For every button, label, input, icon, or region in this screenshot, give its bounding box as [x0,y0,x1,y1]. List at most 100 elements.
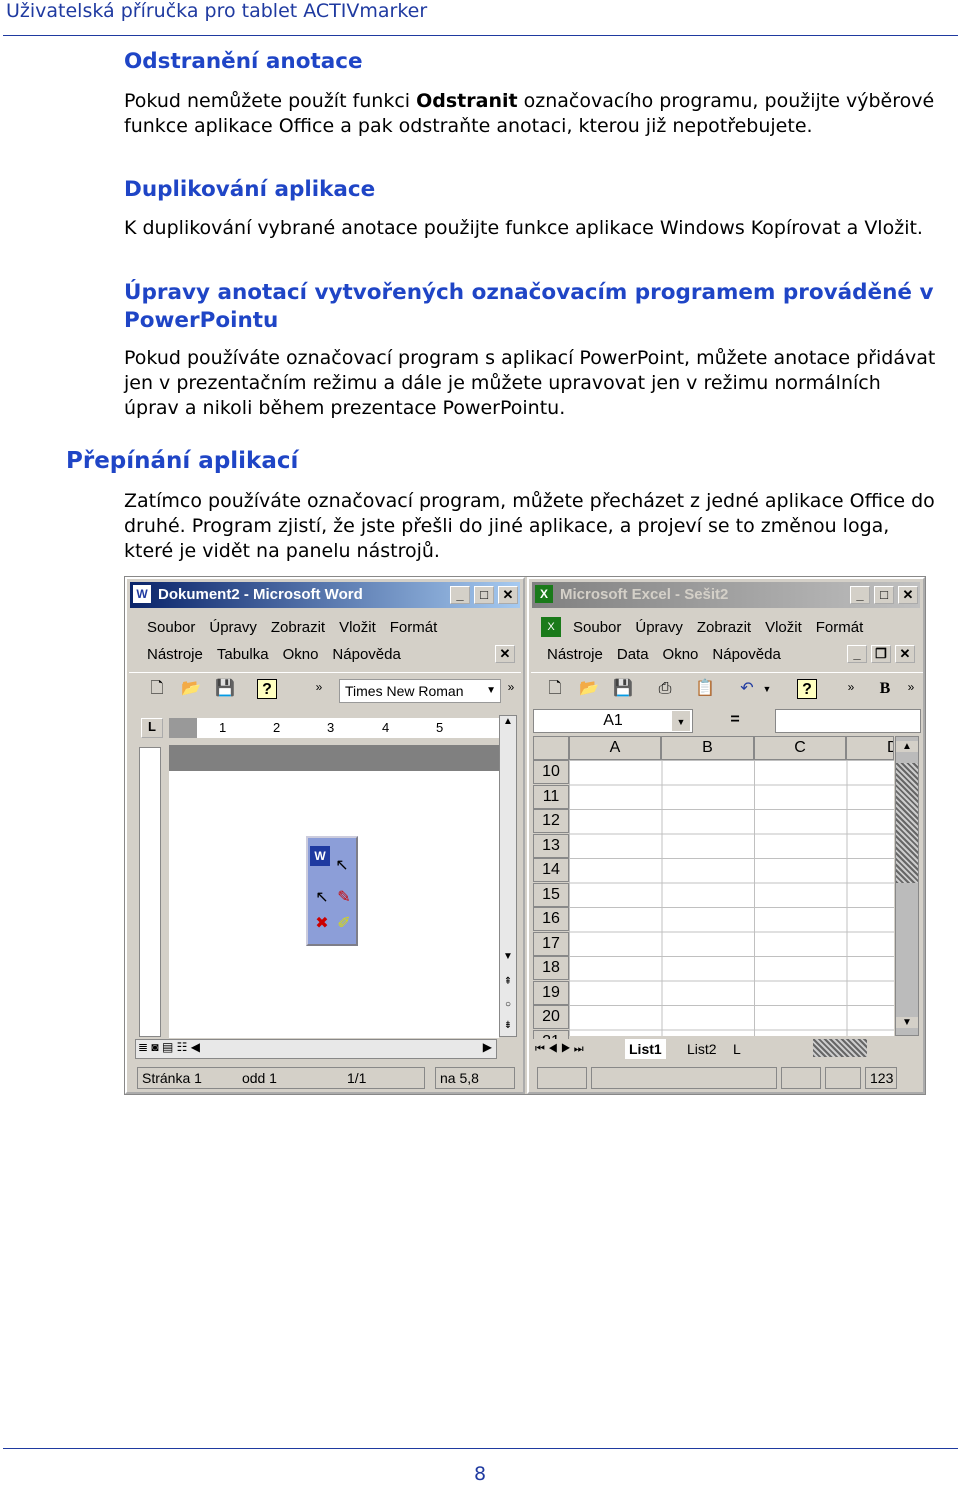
menu-data[interactable]: Data [617,646,649,663]
tab-stop-selector[interactable]: L [141,718,163,738]
scroll-down-icon[interactable]: ▼ [896,1017,918,1028]
formula-bar[interactable] [775,709,921,733]
pointer-icon[interactable]: ↖ [332,856,352,876]
activmarker-toolbar[interactable]: W ↖ ↖ ✎ ✖ ✐ [306,836,358,946]
menu-upravy[interactable]: Úpravy [209,619,257,636]
menu-okno[interactable]: Okno [663,646,699,663]
vertical-scrollbar[interactable]: ▲ ▼ [895,736,919,1036]
sheet-tab-list2[interactable]: List2 [683,1039,721,1059]
row-header[interactable]: 18 [533,956,569,980]
menu-napoveda[interactable]: Nápověda [712,646,780,663]
undo-dropdown-icon[interactable]: ▼ [757,679,777,699]
column-header-b[interactable]: B [661,736,754,760]
document-page[interactable]: W ↖ ↖ ✎ ✖ ✐ [169,771,499,1038]
maximize-button[interactable]: □ [474,586,494,604]
row-header[interactable]: 14 [533,858,569,882]
menu-vlozit[interactable]: Vložit [765,619,802,636]
row-header[interactable]: 16 [533,907,569,931]
menu-okno[interactable]: Okno [283,646,319,663]
vertical-scrollbar[interactable]: ▲ ▼ ⇞ ○ ⇟ [499,715,517,1037]
row-header[interactable]: 13 [533,833,569,858]
maximize-button[interactable]: □ [874,586,894,604]
doc-minimize-button[interactable]: _ [847,645,867,663]
more-buttons-icon-2[interactable]: » [501,677,521,697]
undo-icon[interactable]: ↶ [737,679,757,699]
horizontal-scroll-thumb[interactable] [813,1039,867,1057]
print-icon[interactable]: ⎙ [655,679,675,699]
save-icon[interactable]: 💾 [215,679,235,699]
select-all-corner[interactable] [533,736,569,760]
menu-tabulka[interactable]: Tabulka [217,646,269,663]
open-folder-icon[interactable]: 📂 [181,679,201,699]
minimize-button[interactable]: _ [450,586,470,604]
pen-icon[interactable]: ✎ [334,888,354,908]
sheet-nav-icons[interactable]: ⏮ ◀ ▶ ⏭ [535,1039,584,1059]
word-menu-row1: Soubor Úpravy Zobrazit Vložit Formát [147,619,451,636]
row-header[interactable]: 10 [533,760,569,784]
row-header[interactable]: 11 [533,784,569,809]
menu-format[interactable]: Formát [816,619,864,636]
font-select[interactable]: Times New Roman ▼ [339,679,501,703]
chevron-down-icon: ▼ [486,685,496,696]
name-box[interactable]: A1 ▼ [533,709,693,733]
open-folder-icon[interactable]: 📂 [579,679,599,699]
menu-nastroje[interactable]: Nástroje [147,646,203,663]
horizontal-scrollbar[interactable]: ≣ ◙ ▤ ☷ ◀ ▶ [135,1039,497,1059]
prev-page-icon[interactable]: ⇞ [500,976,516,987]
save-icon[interactable]: 💾 [613,679,633,699]
more-buttons-icon-2[interactable]: » [901,677,921,697]
doc-close-button[interactable]: ✕ [495,645,515,663]
scroll-up-icon[interactable]: ▲ [500,716,516,727]
menu-vlozit[interactable]: Vložit [339,619,376,636]
column-header-c[interactable]: C [754,736,846,760]
doc-close-button[interactable]: ✕ [895,645,915,663]
scroll-up-icon[interactable]: ▲ [896,741,918,752]
sheet-tab-list1[interactable]: List1 [625,1039,666,1059]
highlighter-icon[interactable]: ✐ [334,914,354,934]
row-header[interactable]: 17 [533,931,569,956]
cell-grid[interactable] [569,760,894,1036]
row-header[interactable]: 15 [533,882,569,907]
menu-zobrazit[interactable]: Zobrazit [697,619,751,636]
browse-object-icon[interactable]: ○ [500,999,516,1010]
view-icons[interactable]: ≣ ◙ ▤ ☷ ◀ [138,1040,200,1054]
heading-upravy: Úpravy anotací vytvořených označovacím p… [124,280,934,333]
row-header[interactable]: 19 [533,980,569,1005]
new-document-icon[interactable]: 🗋 [147,679,167,699]
menu-upravy[interactable]: Úpravy [635,619,683,636]
excel-status-1 [537,1067,587,1089]
more-buttons-icon[interactable]: » [309,677,329,697]
sheet-tab-list3[interactable]: L [729,1039,745,1059]
minimize-button[interactable]: _ [850,586,870,604]
menu-napoveda[interactable]: Nápověda [332,646,400,663]
word-status-position: na 5,8 [435,1067,515,1089]
new-document-icon[interactable]: 🗋 [545,679,565,699]
next-page-icon[interactable]: ⇟ [500,1020,516,1031]
formula-equals[interactable]: = [695,709,775,733]
column-header-d[interactable]: D [846,736,894,760]
bold-icon[interactable]: B [875,679,895,699]
help-icon[interactable]: ? [797,679,817,699]
scroll-down-icon[interactable]: ▼ [500,951,516,962]
menu-nastroje[interactable]: Nástroje [547,646,603,663]
word-title: Dokument2 - Microsoft Word [158,586,363,603]
word-status-left: Stránka 1 odd 1 1/1 [137,1067,425,1089]
chevron-down-icon[interactable]: ▼ [672,711,690,731]
paste-icon[interactable]: 📋 [695,679,715,699]
row-header[interactable]: 12 [533,809,569,833]
help-icon[interactable]: ? [257,679,277,699]
select-arrow-icon[interactable]: ↖ [312,888,332,908]
close-button[interactable]: ✕ [498,586,518,604]
menu-soubor[interactable]: Soubor [147,619,195,636]
more-buttons-icon[interactable]: » [841,677,861,697]
scroll-right-icon[interactable]: ▶ [483,1040,492,1054]
close-button[interactable]: ✕ [898,586,918,604]
column-header-a[interactable]: A [569,736,661,760]
row-header[interactable]: 20 [533,1005,569,1029]
erase-icon[interactable]: ✖ [312,914,332,934]
scroll-thumb[interactable] [896,763,918,883]
menu-format[interactable]: Formát [390,619,438,636]
menu-zobrazit[interactable]: Zobrazit [271,619,325,636]
doc-restore-button[interactable]: ❐ [871,645,891,663]
menu-soubor[interactable]: Soubor [573,619,621,636]
